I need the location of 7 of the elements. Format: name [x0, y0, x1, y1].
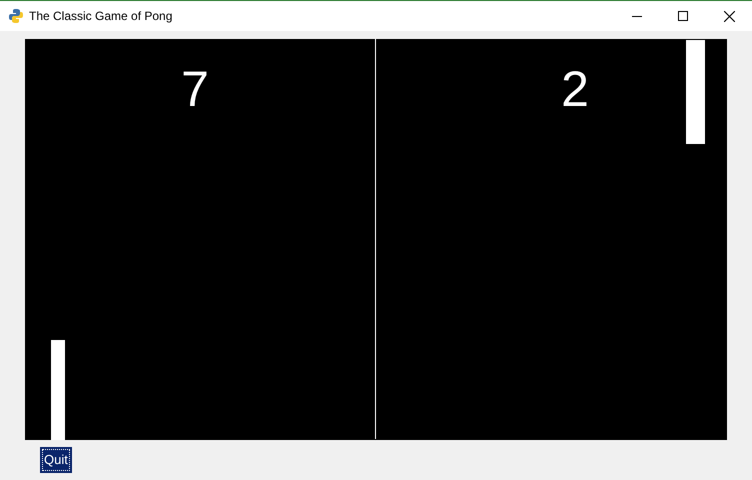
score: 2: [560, 60, 590, 119]
score: 7: [180, 60, 210, 119]
window-title: The Classic Game of Pong: [29, 8, 172, 25]
close-icon: [724, 10, 734, 22]
quit-button[interactable]: Quit: [40, 447, 72, 473]
app-icon: [8, 8, 24, 24]
maximize-icon: [678, 11, 688, 21]
